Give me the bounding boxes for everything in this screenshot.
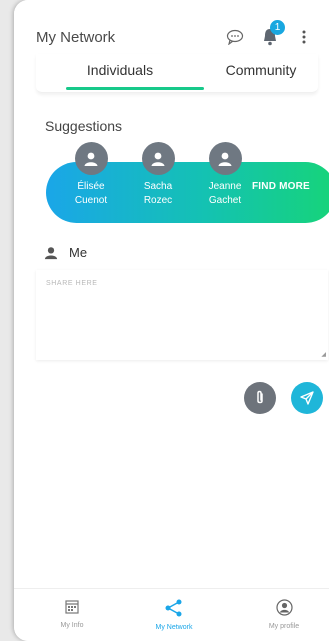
attach-button[interactable] — [244, 382, 276, 414]
nav-my-network[interactable]: My Network — [129, 599, 219, 631]
avatar — [74, 142, 108, 175]
app-screen: My Network 1 Individuals Community Sugge… — [14, 0, 329, 641]
suggestion-card[interactable]: Jeanne Gachet — [195, 142, 255, 208]
user-circle-icon — [275, 599, 293, 616]
me-label: Me — [69, 245, 88, 260]
share-box: ◢ — [36, 270, 328, 360]
status-bar — [14, 0, 329, 22]
tab-community[interactable]: Community — [204, 62, 318, 78]
tab-individuals[interactable]: Individuals — [36, 62, 204, 78]
suggestions-title: Suggestions — [45, 118, 123, 134]
page-title: My Network — [36, 29, 116, 46]
top-bar: My Network 1 — [14, 20, 329, 54]
suggestion-last-name: Rozec — [143, 195, 173, 206]
suggestion-card[interactable]: Élisée Cuenot — [61, 142, 121, 208]
resize-handle-icon[interactable]: ◢ — [321, 351, 326, 358]
suggestion-last-name: Gachet — [208, 195, 242, 206]
find-more-button[interactable]: FIND MORE — [252, 181, 310, 192]
notification-badge: 1 — [270, 20, 285, 35]
nav-label: My Network — [155, 624, 193, 631]
avatar — [208, 142, 242, 175]
user-icon — [218, 152, 232, 166]
paperclip-icon — [257, 390, 263, 404]
avatar — [141, 142, 175, 175]
user-icon — [44, 247, 58, 260]
bottom-navigation: My Info My Network My profile — [14, 588, 329, 641]
calendar-icon — [65, 600, 79, 614]
bell-icon[interactable]: 1 — [258, 20, 285, 50]
suggestion-card[interactable]: Sacha Rozec — [128, 142, 188, 208]
user-icon — [84, 152, 98, 166]
nav-my-profile[interactable]: My profile — [239, 599, 329, 630]
nav-my-info[interactable]: My Info — [27, 599, 117, 629]
tabs: Individuals Community — [36, 56, 318, 90]
suggestion-first-name: Élisée — [77, 181, 105, 192]
more-options-icon[interactable] — [296, 25, 312, 49]
user-icon — [151, 152, 165, 166]
share-input[interactable] — [44, 278, 318, 352]
nav-label: My Info — [60, 622, 84, 629]
send-icon — [300, 391, 314, 405]
suggestion-first-name: Jeanne — [208, 181, 242, 192]
chat-icon[interactable] — [224, 26, 246, 48]
suggestion-last-name: Cuenot — [74, 195, 108, 206]
active-tab-indicator — [66, 87, 204, 90]
send-button[interactable] — [291, 382, 323, 414]
nav-label: My profile — [268, 623, 300, 630]
share-icon — [165, 599, 182, 617]
suggestion-first-name: Sacha — [143, 181, 173, 192]
